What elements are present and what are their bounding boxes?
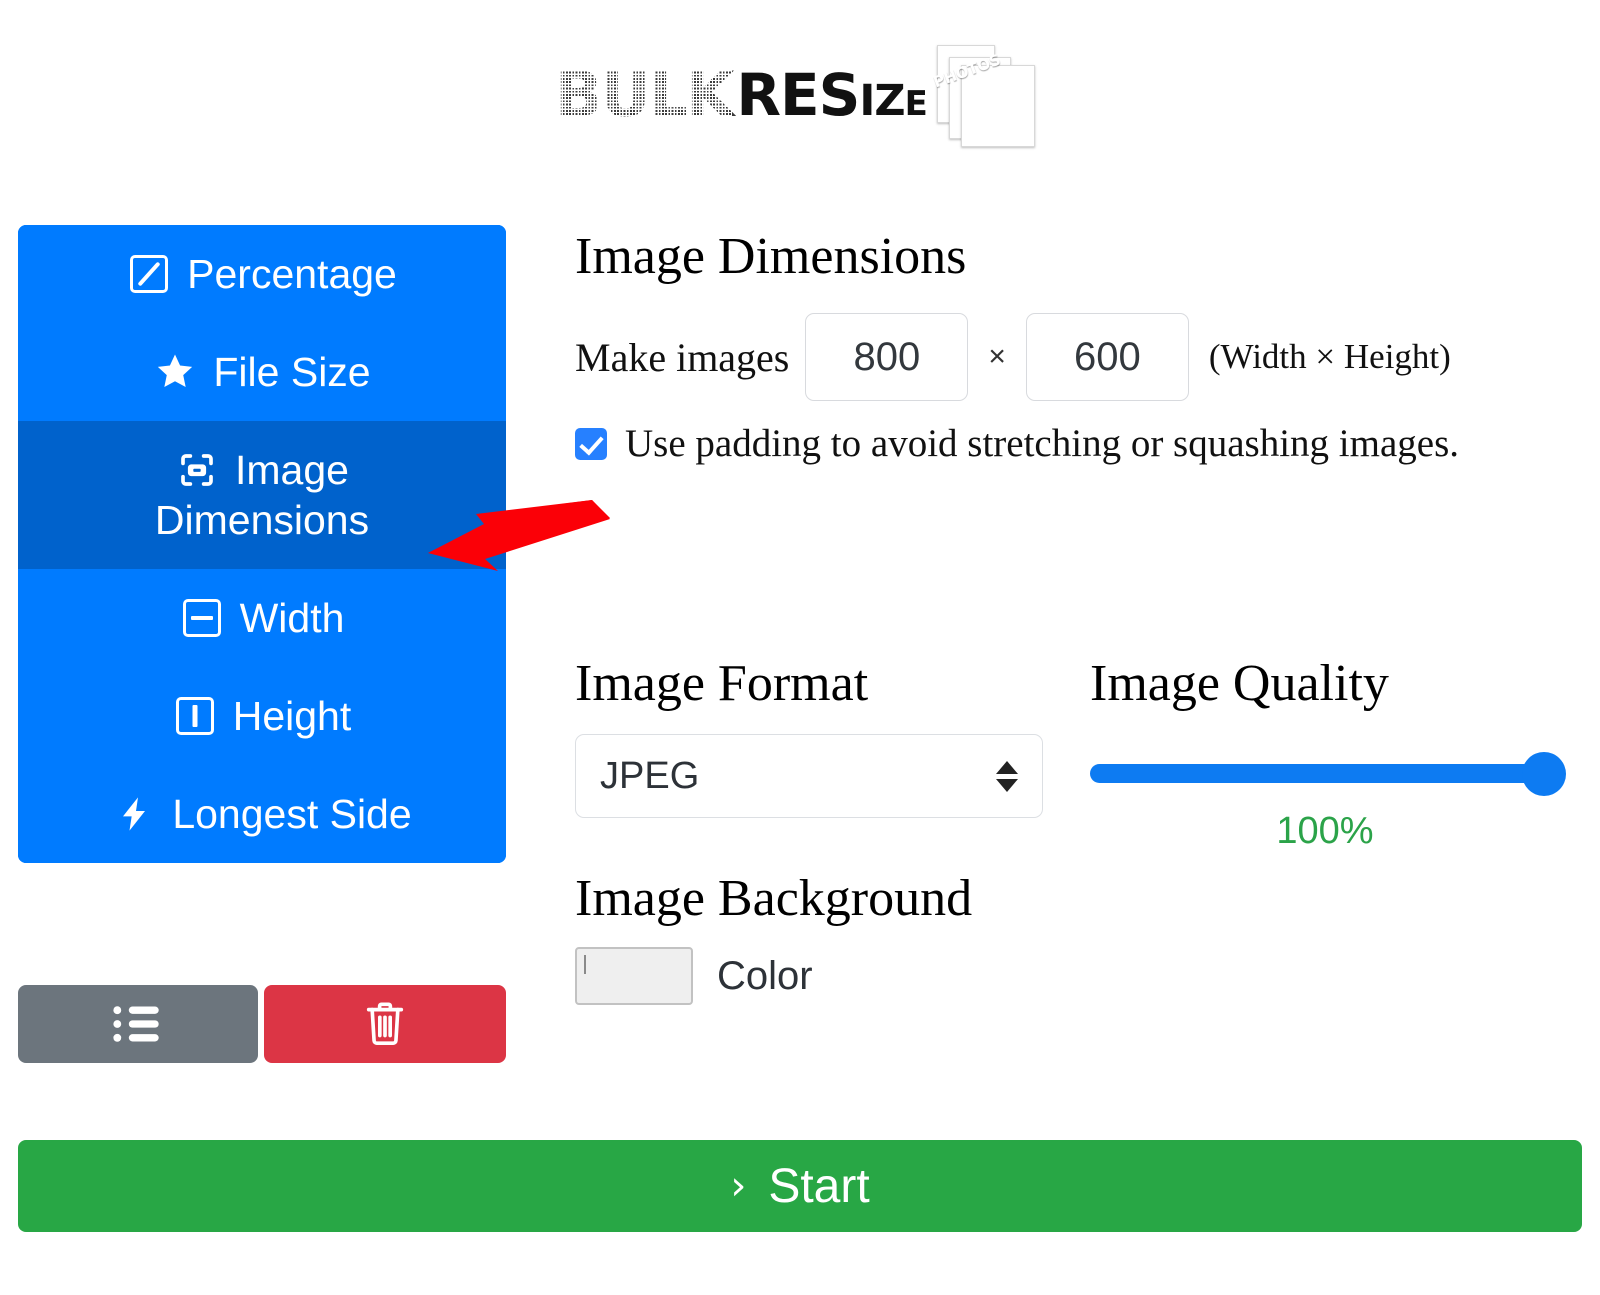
- format-quality-row: Image Format JPEG Image Quality 100%: [575, 655, 1580, 853]
- image-background-heading: Image Background: [575, 870, 973, 927]
- sidebar-item-label: Percentage: [187, 251, 397, 297]
- logo-resize-text: RES IZ E: [736, 61, 927, 129]
- slider-thumb[interactable]: [1522, 752, 1566, 797]
- slider-track[interactable]: [1090, 764, 1545, 784]
- sidebar-item-label: Image: [235, 447, 349, 494]
- image-format-select[interactable]: JPEG: [575, 734, 1043, 819]
- padding-checkbox[interactable]: [575, 427, 607, 460]
- image-quality-value: 100%: [1276, 810, 1374, 853]
- list-icon: [113, 1006, 159, 1042]
- background-color-row: Color: [575, 947, 1175, 1006]
- image-quality-heading: Image Quality: [1090, 655, 1389, 712]
- width-height-note: (Width × Height): [1208, 337, 1451, 377]
- lightning-bolt-icon: [112, 792, 156, 836]
- clear-button[interactable]: [264, 985, 506, 1063]
- background-color-picker[interactable]: [575, 947, 693, 1006]
- image-format-heading: Image Format: [575, 655, 869, 712]
- resize-mode-sidebar: Percentage File Size Image Dimensions Wi…: [18, 225, 506, 864]
- dimensions-row: Make images × (Width × Height): [575, 313, 1580, 402]
- sidebar-item-label: Height: [232, 693, 352, 740]
- image-quality-slider[interactable]: [1090, 752, 1580, 797]
- star-icon: [153, 350, 197, 394]
- image-format-section: Image Format JPEG: [575, 655, 1045, 853]
- sidebar-item-label: Width: [239, 595, 345, 642]
- page-title: Image Dimensions: [575, 228, 967, 285]
- make-images-label: Make images: [575, 334, 790, 380]
- square-vertical-icon: [173, 694, 217, 738]
- trash-icon: [366, 1002, 404, 1045]
- times-separator: ×: [988, 340, 1006, 374]
- height-input[interactable]: [1025, 313, 1189, 402]
- image-background-section: Image Background Color: [575, 870, 1175, 1006]
- image-format-value: JPEG: [600, 754, 700, 797]
- image-dimensions-panel: Image Dimensions Make images × (Width × …: [575, 228, 1580, 466]
- chevron-updown-icon: [996, 760, 1018, 792]
- sidebar-item-height[interactable]: Height: [18, 667, 506, 766]
- padding-label: Use padding to avoid stretching or squas…: [625, 422, 1460, 466]
- width-input[interactable]: [805, 313, 969, 402]
- square-minus-icon: [180, 596, 224, 640]
- start-button-label: Start: [768, 1159, 870, 1213]
- chevron-right-icon: ›: [730, 1163, 747, 1209]
- logo-bulk-text: BULK: [555, 58, 734, 131]
- sidebar-action-buttons: [18, 985, 506, 1063]
- app-page: BULK RESIZE PHOTOS Percentage File Size: [0, 0, 1600, 1295]
- start-button[interactable]: › Start: [18, 1140, 1582, 1232]
- background-color-label: Color: [717, 953, 813, 998]
- sidebar-item-file-size[interactable]: File Size: [18, 323, 506, 422]
- sidebar-item-label: Longest Side: [172, 791, 412, 838]
- sidebar-item-longest-side[interactable]: Longest Side: [18, 765, 506, 864]
- square-pencil-icon: [127, 252, 171, 296]
- sidebar-item-label-line2: Dimensions: [154, 497, 370, 544]
- sidebar-item-label: File Size: [213, 349, 371, 396]
- padding-option-row: Use padding to avoid stretching or squas…: [575, 421, 1580, 466]
- list-button[interactable]: [18, 985, 258, 1063]
- sidebar-item-width[interactable]: Width: [18, 569, 506, 668]
- sidebar-item-image-dimensions[interactable]: Image Dimensions: [18, 421, 506, 570]
- site-logo: BULK RESIZE PHOTOS: [0, 40, 1600, 150]
- image-quality-section: Image Quality 100%: [1090, 655, 1580, 853]
- logo-photo-stack-icon: PHOTOS: [931, 43, 1045, 147]
- sidebar-item-percentage[interactable]: Percentage: [18, 225, 506, 324]
- crop-frame-icon: [175, 448, 219, 492]
